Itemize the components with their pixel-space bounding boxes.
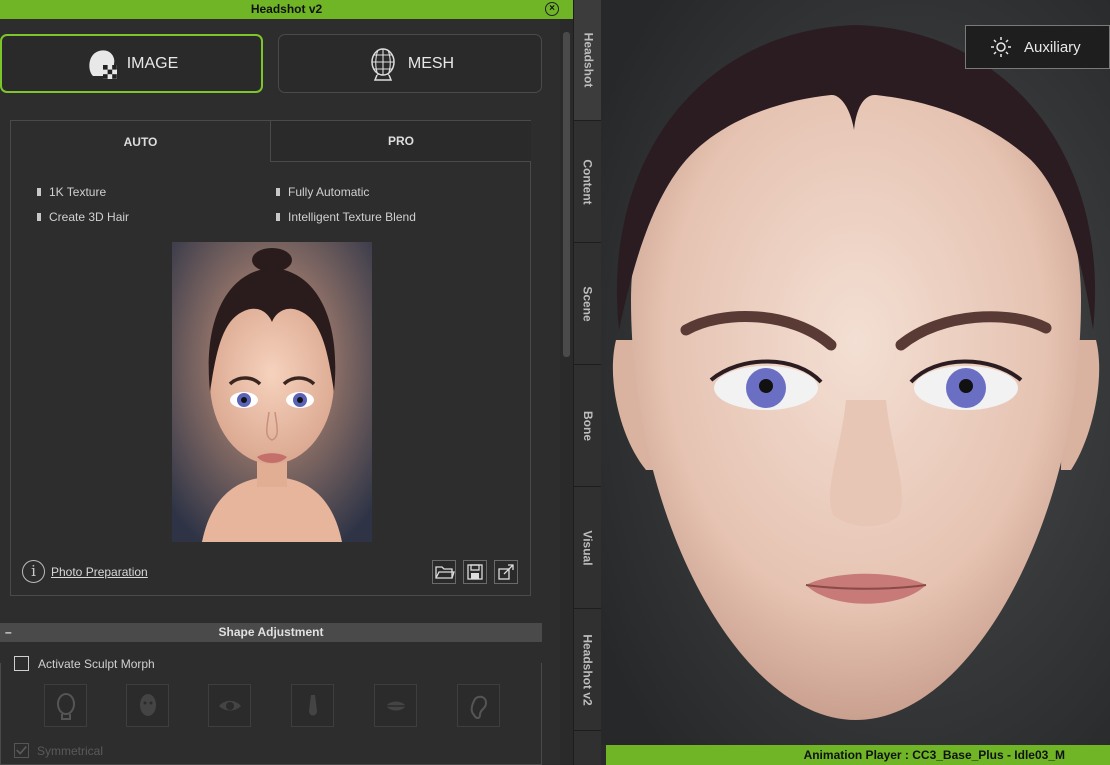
side-tab-bone[interactable]: Bone — [574, 366, 602, 487]
auto-pro-tab-box: AUTO PRO 1K Texture Fully Automatic Crea… — [10, 120, 531, 596]
head-icon — [56, 692, 75, 720]
side-tab-visual[interactable]: Visual — [574, 488, 602, 609]
open-folder-button[interactable] — [432, 560, 456, 584]
save-button[interactable] — [463, 560, 487, 584]
shape-adjustment-header[interactable]: – Shape Adjustment — [0, 623, 542, 642]
eye-icon — [218, 700, 241, 710]
mouth-icon — [385, 701, 406, 710]
collapse-icon[interactable]: – — [5, 623, 12, 642]
sculpt-morph-checkbox[interactable] — [14, 656, 29, 671]
sculpt-eye-button[interactable] — [208, 684, 251, 727]
feature-label: Create 3D Hair — [49, 210, 130, 224]
symmetrical-checkbox[interactable] — [14, 743, 29, 758]
folder-icon — [435, 566, 455, 579]
nose-icon — [308, 694, 317, 715]
animation-player-status: Animation Player : CC3_Base_Plus - Idle0… — [606, 745, 1110, 765]
close-icon[interactable]: × — [545, 2, 559, 16]
photo-preparation-row: i Photo Preparation — [22, 560, 148, 583]
bullet-icon — [37, 213, 41, 221]
symmetrical-label: Symmetrical — [37, 743, 104, 758]
mesh-mode-button[interactable]: MESH — [278, 34, 542, 93]
export-icon — [498, 564, 514, 580]
face-icon — [139, 693, 156, 716]
sculpt-morph-toggle[interactable]: Activate Sculpt Morph — [14, 656, 161, 671]
3d-head-render — [601, 0, 1110, 745]
side-tab-label: Headshot v2 — [581, 634, 596, 706]
side-tab-bar: Headshot Content Scene Bone Visual Heads… — [573, 0, 602, 765]
feature-label: Fully Automatic — [288, 185, 370, 199]
panel-scrollbar[interactable] — [560, 19, 573, 765]
shape-adjustment-title: Shape Adjustment — [218, 625, 324, 639]
feature-label: Intelligent Texture Blend — [288, 210, 416, 224]
feature-item: Fully Automatic — [276, 185, 369, 199]
feature-item: Intelligent Texture Blend — [276, 210, 416, 224]
sculpt-head-button[interactable] — [44, 684, 87, 727]
side-tab-label: Scene — [581, 286, 596, 322]
panel-title: Headshot v2 — [250, 2, 323, 16]
tab-auto[interactable]: AUTO — [11, 121, 271, 162]
sculpt-mouth-button[interactable] — [374, 684, 417, 727]
panel-title-bar: Headshot v2 × — [0, 0, 573, 19]
mesh-head-icon — [371, 47, 395, 81]
scrollbar-thumb[interactable] — [563, 32, 570, 357]
bullet-icon — [276, 213, 280, 221]
sculpt-face-button[interactable] — [126, 684, 169, 727]
side-tab-content[interactable]: Content — [574, 122, 602, 243]
auxiliary-button[interactable]: Auxiliary — [965, 25, 1110, 69]
sculpt-ear-button[interactable] — [457, 684, 500, 727]
source-photo-preview[interactable] — [172, 242, 372, 542]
info-icon[interactable]: i — [22, 560, 45, 583]
symmetrical-toggle[interactable]: Symmetrical — [14, 743, 103, 758]
side-tab-label: Content — [581, 159, 596, 205]
side-tab-scene[interactable]: Scene — [574, 244, 602, 365]
auxiliary-label: Auxiliary — [1024, 38, 1081, 56]
photo-preparation-link[interactable]: Photo Preparation — [51, 565, 148, 579]
ear-icon — [470, 695, 487, 719]
side-tab-headshot-v2[interactable]: Headshot v2 — [574, 610, 602, 731]
sculpt-nose-button[interactable] — [291, 684, 334, 727]
sculpt-morph-label: Activate Sculpt Morph — [38, 656, 155, 671]
mesh-mode-label: MESH — [407, 54, 455, 72]
checkmark-icon — [16, 746, 27, 755]
feature-item: Create 3D Hair — [37, 210, 129, 224]
tab-pro[interactable]: PRO — [271, 121, 531, 162]
portrait-image — [172, 242, 372, 542]
headshot-panel: IMAGE MESH AUTO PRO 1K Texture Fully Aut… — [0, 19, 560, 765]
export-button[interactable] — [494, 560, 518, 584]
side-tab-label: Headshot — [581, 32, 595, 88]
bullet-icon — [37, 188, 41, 196]
image-mode-button[interactable]: IMAGE — [0, 34, 263, 93]
image-head-icon — [89, 49, 117, 79]
save-icon — [467, 564, 483, 580]
sun-icon — [991, 37, 1011, 57]
image-mode-label: IMAGE — [126, 54, 179, 72]
feature-item: 1K Texture — [37, 185, 106, 199]
3d-viewport[interactable] — [601, 0, 1110, 745]
side-tab-label: Bone — [581, 411, 595, 441]
feature-label: 1K Texture — [49, 185, 107, 199]
bullet-icon — [276, 188, 280, 196]
side-tab-label: Visual — [581, 530, 596, 566]
side-tab-headshot[interactable]: Headshot — [574, 0, 602, 121]
